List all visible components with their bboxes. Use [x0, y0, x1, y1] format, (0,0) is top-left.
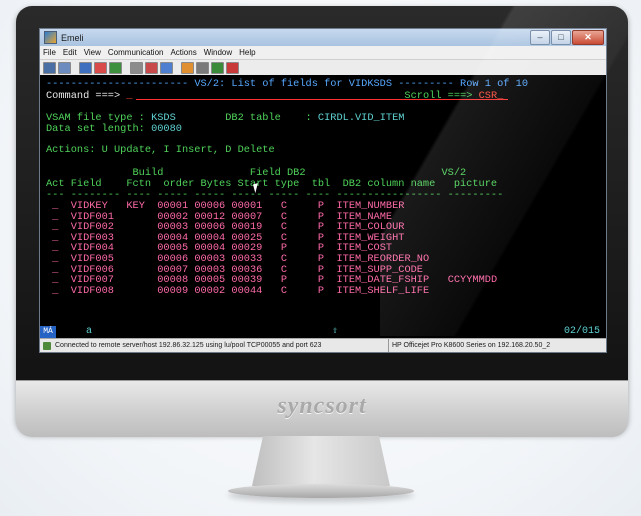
toolbar-button-icon[interactable]	[58, 61, 71, 74]
toolbar-button-icon[interactable]	[109, 61, 122, 74]
dsl-value: 00080	[151, 123, 182, 135]
emulator-window: Emeli – □ ✕ File Edit View Communication…	[39, 28, 607, 353]
row-fctn	[126, 285, 157, 297]
toolbar-button-icon[interactable]	[94, 61, 107, 74]
monitor-stand-base	[228, 484, 414, 498]
command-label: Command ===>	[46, 90, 121, 102]
menu-bar: File Edit View Communication Actions Win…	[40, 46, 606, 60]
window-title: Emeli	[61, 32, 84, 43]
row-bytes: 00002	[194, 284, 232, 297]
dsl-label: Data set length:	[46, 123, 145, 135]
monitor-stand-neck	[252, 436, 390, 486]
monitor-chin: syncsort	[16, 380, 628, 437]
column-rule: --- -------- ---- ----- ----- ----- ----…	[46, 189, 504, 201]
vsam-line: VSAM file type : KSDS DB2 table : CIRDL.…	[46, 113, 404, 124]
row-action-input[interactable]: _	[46, 285, 71, 297]
session-indicator: MÁ	[40, 326, 56, 338]
toolbar-button-icon[interactable]	[160, 61, 173, 74]
scroll-input[interactable]: CSR_	[479, 90, 504, 102]
actions-text: U Update, I Insert, D Delete	[101, 144, 275, 156]
dsl-line: Data set length: 00080	[46, 124, 182, 135]
toolbar-button-icon[interactable]	[79, 61, 92, 74]
maximize-button[interactable]: □	[551, 30, 571, 45]
row-indicator: Row 1 of 10	[460, 78, 529, 90]
menu-help[interactable]: Help	[239, 48, 255, 57]
db2-table-label: DB2 table :	[225, 112, 312, 124]
header-dashes-right: ---------	[398, 78, 454, 90]
command-line: Command ===> _ Scroll ===> CSR_	[46, 91, 503, 102]
row-start: 00044	[231, 284, 269, 297]
toolbar-button-icon[interactable]	[145, 61, 158, 74]
keyboard-indicator: a	[86, 326, 93, 337]
toolbar-button-icon[interactable]	[181, 61, 194, 74]
command-underline	[136, 99, 508, 100]
menu-file[interactable]: File	[43, 48, 56, 57]
toolbar-button-icon[interactable]	[226, 61, 239, 74]
terminal-screen[interactable]: ----------------------- VS/2: List of fi…	[40, 75, 606, 337]
row-order: 00009	[157, 284, 195, 297]
title-bar[interactable]: Emeli – □ ✕	[40, 29, 606, 46]
shift-icon: ⇧	[332, 326, 339, 337]
window-controls: – □ ✕	[530, 30, 604, 45]
menu-actions[interactable]: Actions	[170, 48, 196, 57]
toolbar-button-icon[interactable]	[130, 61, 143, 74]
table-row: _ VIDF008 00009 00002 00044 C P ITEM_SHE…	[46, 284, 448, 297]
header-dashes-left: -----------------------	[46, 78, 189, 90]
status-bar: Connected to remote server/host 192.86.3…	[40, 338, 606, 352]
header-line: ----------------------- VS/2: List of fi…	[46, 79, 528, 90]
app-icon	[44, 31, 57, 44]
toolbar	[40, 60, 606, 76]
menu-edit[interactable]: Edit	[63, 48, 77, 57]
column-header-2: Act Field Fctn order Bytes Start type tb…	[46, 178, 498, 190]
connection-status: Connected to remote server/host 192.86.3…	[55, 342, 322, 349]
actions-line: Actions: U Update, I Insert, D Delete	[46, 145, 275, 156]
connection-icon	[43, 342, 51, 350]
toolbar-button-icon[interactable]	[196, 61, 209, 74]
db2-table-value: CIRDL.VID_ITEM	[317, 112, 405, 124]
toolbar-button-icon[interactable]	[211, 61, 224, 74]
actions-label: Actions:	[46, 144, 96, 156]
toolbar-button-icon[interactable]	[43, 61, 56, 74]
close-button[interactable]: ✕	[572, 30, 604, 45]
menu-view[interactable]: View	[84, 48, 101, 57]
row-picture: CCYYMMDD	[447, 274, 498, 287]
operator-info-area: MÁ a ⇧ 02/015	[40, 326, 606, 338]
cursor-position: 02/015	[563, 326, 600, 337]
printer-status: HP Officejet Pro K8600 Series on 192.168…	[388, 339, 550, 352]
row-tbl: P	[305, 284, 337, 297]
row-column-name: ITEM_SHELF_LIFE	[336, 284, 448, 297]
screen-title: VS/2: List of fields for VIDKSDS	[194, 78, 393, 90]
row-type: C	[268, 284, 306, 297]
column-header-1: Build Field DB2 VS/2	[46, 167, 467, 179]
scroll-label: Scroll ===>	[404, 90, 473, 102]
menu-window[interactable]: Window	[204, 48, 232, 57]
minimize-button[interactable]: –	[530, 30, 550, 45]
row-field: VIDF008	[70, 284, 127, 297]
brand-logo: syncsort	[277, 393, 367, 419]
menu-communication[interactable]: Communication	[108, 48, 164, 57]
